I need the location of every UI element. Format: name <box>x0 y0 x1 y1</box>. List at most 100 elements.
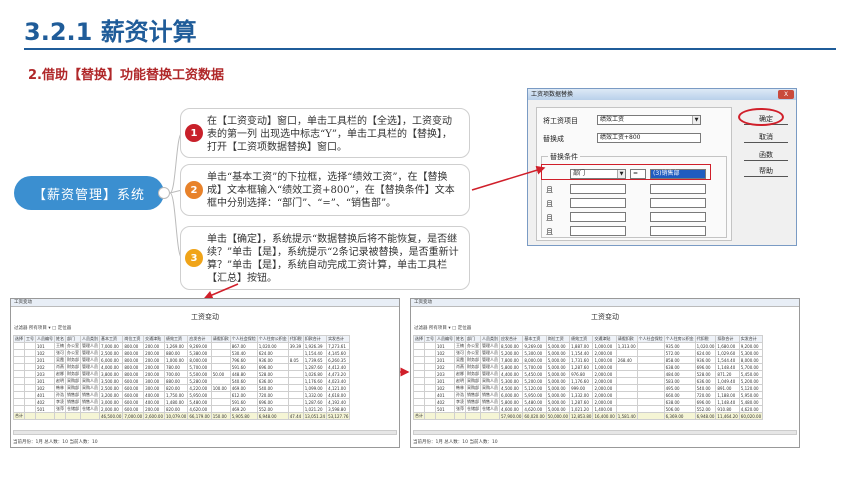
table-row[interactable]: 102 张可 办公室 管理人员 5,200.00 5,300.00 5,000.00 1,15… <box>413 349 764 357</box>
column-header[interactable]: 选择 <box>413 335 425 343</box>
column-header[interactable]: 代扣税 <box>287 335 304 343</box>
column-header[interactable]: 代扣税 <box>694 335 717 343</box>
table-cell <box>615 377 638 385</box>
column-header[interactable]: 姓名 <box>454 335 466 343</box>
table-row[interactable]: 402 李凌 销售部 销售人员 5,800.00 5,480.00 5,000.00 1,28… <box>413 398 764 406</box>
table-row[interactable]: 101 王楠 办公室 管理人员 7,000.00 800.00 200.00 1,269.00… <box>13 342 351 350</box>
cancel-button[interactable]: 取消 <box>744 131 788 143</box>
table-cell: 5,000.00 <box>545 384 571 392</box>
table-row[interactable]: 302 韩林 采购部 采购人员 4,500.00 5,120.00 5,000.00 999.… <box>413 384 764 392</box>
table-cell <box>636 349 665 357</box>
table-row[interactable]: 301 赵明 采购部 采购人员 5,300.00 5,200.00 5,000.00 1,17… <box>413 377 764 385</box>
item-select[interactable]: 绩效工资 ▼ <box>597 115 701 125</box>
table-header-row: 选择 工号 人员编号 姓名 部门 人员类别 基本工资 岗位工资 交通津贴 绩效工资 应发合计 请假扣款… <box>13 335 351 343</box>
help-button[interactable]: 帮助 <box>744 165 788 177</box>
total-cell: 13,051.24 <box>302 412 328 420</box>
column-header[interactable]: 姓名 <box>54 335 66 343</box>
table-row[interactable]: 202 肖燕 财务部 管理人员 5,800.00 5,700.00 5,000.00 1,28… <box>413 363 764 371</box>
column-header[interactable]: 人员类别 <box>80 335 100 343</box>
condition-value-select-4[interactable] <box>650 212 706 222</box>
column-header[interactable]: 个人社会保险 <box>229 335 258 343</box>
column-header[interactable]: 选择 <box>13 335 25 343</box>
table-cell: 5,500.00 <box>187 370 212 378</box>
table-cell: 4,000.00 <box>98 363 124 371</box>
condition-field-select-4[interactable] <box>570 212 626 222</box>
column-header[interactable]: 工号 <box>424 335 436 343</box>
table-row[interactable]: 201 吴霞 财务部 管理人员 7,800.00 8,000.00 5,000.00 1,73… <box>413 356 764 364</box>
table-row[interactable]: 203 赵娜 财务部 管理人员 4,400.00 5,450.00 5,000.00 976.… <box>413 370 764 378</box>
column-header[interactable]: 应发合计 <box>498 335 524 343</box>
column-header[interactable]: 人员编号 <box>35 335 55 343</box>
mindmap-collapse-knob[interactable] <box>158 187 170 199</box>
table-cell: 5,700.00 <box>738 363 764 371</box>
table-cell: 1,021.20 <box>569 405 594 413</box>
table-cell: 9,200.00 <box>738 342 764 350</box>
condition-value-select-5[interactable] <box>650 226 706 236</box>
column-header[interactable]: 请假扣款 <box>615 335 638 343</box>
column-header[interactable]: 岗位工资 <box>122 335 145 343</box>
column-header[interactable]: 扣款合计 <box>302 335 328 343</box>
column-header[interactable]: 绩效工资 <box>569 335 594 343</box>
table-cell: 636.00 <box>256 377 289 385</box>
replace-input[interactable]: 绩效工资+800 <box>597 133 701 143</box>
table-cell: 401 <box>35 391 55 399</box>
table-cell: 7,000.00 <box>98 342 124 350</box>
table-row[interactable]: 202 肖燕 财务部 管理人员 4,000.00 800.00 200.00 780.00 5,… <box>13 363 351 371</box>
table-cell <box>615 391 638 399</box>
table-cell: 仓储人员 <box>80 405 100 413</box>
table-cell <box>13 356 25 364</box>
column-header[interactable]: 个人住房公积金 <box>256 335 289 343</box>
column-header[interactable]: 实发合计 <box>326 335 351 343</box>
table-cell: 624.00 <box>694 349 717 357</box>
column-header[interactable]: 应发合计 <box>187 335 212 343</box>
column-header[interactable]: 请假扣款 <box>210 335 231 343</box>
table-cell: 管理人员 <box>480 342 500 350</box>
table-cell: 销售人员 <box>480 398 500 406</box>
column-header[interactable]: 扣款合计 <box>715 335 740 343</box>
table-cell: 1,287.60 <box>302 363 328 371</box>
column-header[interactable]: 交通津贴 <box>592 335 617 343</box>
table-cell: 赵娜 <box>54 370 66 378</box>
table-row[interactable]: 102 张可 办公室 管理人员 2,500.00 800.00 200.00 880.00 5,… <box>13 349 351 357</box>
condition-value-select-3[interactable] <box>650 198 706 208</box>
column-header[interactable]: 部门 <box>465 335 481 343</box>
table-row[interactable]: 301 赵明 采购部 采购人员 3,500.00 600.00 300.00 880.00 5,… <box>13 377 351 385</box>
table-row[interactable]: 501 张萍 仓储部 仓储人员 2,000.00 600.00 200.00 820.00 4,… <box>13 405 351 413</box>
function-button[interactable]: 函数 <box>744 149 788 161</box>
panel-filter-bar[interactable]: 过滤器 所有项目 ▾ □ 定位器 <box>11 325 399 333</box>
column-header[interactable]: 个人社会保险 <box>636 335 665 343</box>
table-row[interactable]: 201 吴霞 财务部 管理人员 6,000.00 800.00 200.00 1,000.00… <box>13 356 351 364</box>
column-header[interactable]: 实发合计 <box>738 335 764 343</box>
column-header[interactable]: 个人住房公积金 <box>663 335 696 343</box>
table-row[interactable]: 402 李凌 销售部 销售人员 3,000.00 600.00 400.00 1,480.00… <box>13 398 351 406</box>
column-header[interactable]: 绩效工资 <box>163 335 189 343</box>
condition-value-select-2[interactable] <box>650 184 706 194</box>
step-2-box: 2 单击“基本工资”的下拉框，选择“绩效工资”，在【替换成】文本框输入“绩效工资… <box>180 164 470 216</box>
column-header[interactable]: 工号 <box>24 335 36 343</box>
condition-field-select-2[interactable] <box>570 184 626 194</box>
table-cell: 780.00 <box>163 363 189 371</box>
column-header[interactable]: 人员编号 <box>435 335 455 343</box>
table-row[interactable]: 302 韩林 采购部 采购人员 2,500.00 600.00 300.00 820.00 4,… <box>13 384 351 392</box>
horizontal-scrollbar[interactable] <box>13 430 397 435</box>
close-icon[interactable]: X <box>778 90 794 99</box>
column-header[interactable]: 基本工资 <box>98 335 124 343</box>
table-row[interactable]: 101 王楠 办公室 管理人员 8,500.00 9,269.00 5,000.00 1,88… <box>413 342 764 350</box>
column-header[interactable]: 交通津贴 <box>143 335 165 343</box>
condition-field-select-3[interactable] <box>570 198 626 208</box>
column-header[interactable]: 基本工资 <box>522 335 547 343</box>
horizontal-scrollbar[interactable] <box>413 430 797 435</box>
column-header[interactable]: 岗位工资 <box>545 335 571 343</box>
condition-field-select-5[interactable] <box>570 226 626 236</box>
table-row[interactable]: 401 孙浩 销售部 销售人员 3,200.00 600.00 400.00 1,750.00… <box>13 391 351 399</box>
table-cell <box>413 405 425 413</box>
column-header[interactable]: 部门 <box>65 335 81 343</box>
table-row[interactable]: 401 孙浩 销售部 销售人员 6,000.00 5,950.00 5,000.00 1,33… <box>413 391 764 399</box>
column-header[interactable]: 人员类别 <box>480 335 500 343</box>
table-row[interactable]: 203 赵娜 财务部 管理人员 3,800.00 800.00 200.00 700.00 5,… <box>13 370 351 378</box>
table-cell: 赵明 <box>454 377 466 385</box>
table-cell: 销售部 <box>465 398 481 406</box>
panel-filter-bar[interactable]: 过滤器 所有项目 ▾ □ 定位器 <box>411 325 799 333</box>
table-row[interactable]: 501 张萍 仓储部 仓储人员 4,600.00 4,620.00 5,000.00 1,02… <box>413 405 764 413</box>
table-cell: 469.00 <box>229 384 258 392</box>
